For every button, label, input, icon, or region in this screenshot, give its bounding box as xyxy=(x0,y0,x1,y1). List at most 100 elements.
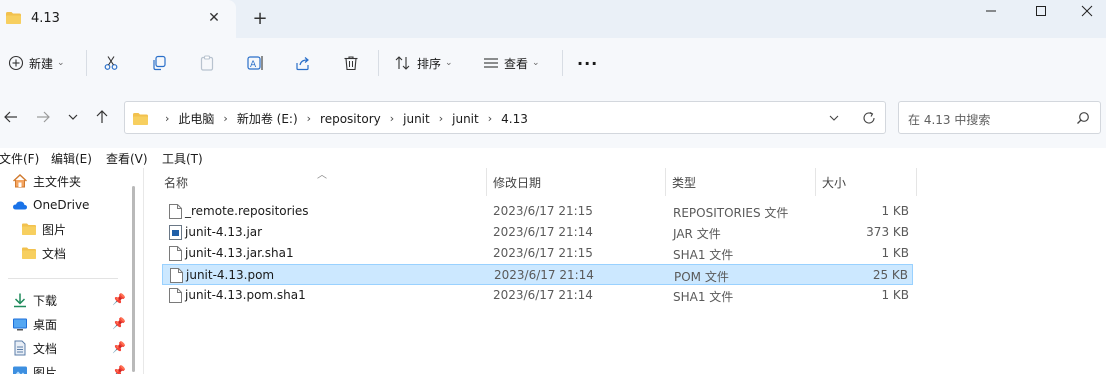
view-button-label: 查看 xyxy=(504,56,529,71)
command-bar: 新建 ⌄ A 排序 ⌄ 查看 ⌄ ··· xyxy=(0,38,1106,88)
more-options-button[interactable]: ··· xyxy=(577,50,598,76)
column-divider[interactable] xyxy=(486,168,487,196)
menu-tools[interactable]: 工具(T) xyxy=(162,150,203,167)
menu-view[interactable]: 查看(V) xyxy=(106,150,148,167)
sidebar-item-home[interactable]: 主文件夹 xyxy=(12,170,81,192)
table-row[interactable]: junit-4.13.jar.sha1 2023/6/17 21:15 SHA1 文… xyxy=(162,243,913,264)
sidebar-item-label: 下载 xyxy=(33,293,58,308)
column-divider[interactable] xyxy=(815,168,816,196)
pane-splitter[interactable] xyxy=(143,168,144,374)
refresh-icon[interactable] xyxy=(861,110,877,126)
search-icon[interactable] xyxy=(1076,111,1090,125)
minimize-button[interactable] xyxy=(968,0,1014,24)
back-arrow-icon[interactable] xyxy=(2,108,20,126)
new-button[interactable]: 新建 ⌄ xyxy=(8,50,65,76)
cut-button[interactable] xyxy=(103,50,119,76)
file-size: 1 KB xyxy=(881,204,909,218)
breadcrumb-separator-icon[interactable]: › xyxy=(439,112,443,125)
minimize-icon xyxy=(986,10,996,12)
pin-icon: 📌 xyxy=(112,293,126,306)
column-divider[interactable] xyxy=(665,168,666,196)
file-modified: 2023/6/17 21:14 xyxy=(494,268,594,282)
breadcrumb-item[interactable]: junit xyxy=(403,112,430,126)
close-window-icon xyxy=(1081,5,1093,17)
sort-ascending-icon: ︿ xyxy=(317,170,327,181)
sidebar-item-label: 图片 xyxy=(33,365,58,374)
breadcrumb-item[interactable]: junit xyxy=(452,112,479,126)
navigation-bar: › 此电脑 › 新加卷 (E:) › repository › junit › … xyxy=(0,88,1106,148)
sort-button[interactable]: 排序 ⌄ xyxy=(394,50,453,76)
copy-icon xyxy=(153,55,166,71)
breadcrumb-separator-icon[interactable]: › xyxy=(223,112,227,125)
breadcrumb-separator-icon[interactable]: › xyxy=(307,112,311,125)
clipboard-icon xyxy=(200,55,214,71)
sidebar-item-documents[interactable]: 文档 xyxy=(12,337,57,359)
pin-icon: 📌 xyxy=(112,341,126,354)
tab-4-13[interactable]: 4.13 ✕ xyxy=(0,0,236,38)
table-row[interactable]: junit-4.13.pom.sha1 2023/6/17 21:14 SHA1 文… xyxy=(162,285,913,306)
sidebar-item-onedrive[interactable]: OneDrive xyxy=(12,194,89,216)
table-row[interactable]: _remote.repositories 2023/6/17 21:15 REPOS… xyxy=(162,201,913,222)
close-tab-icon[interactable]: ✕ xyxy=(205,9,223,27)
file-icon xyxy=(169,204,182,219)
folder-icon xyxy=(6,12,21,24)
pin-icon: 📌 xyxy=(112,365,126,374)
file-size: 1 KB xyxy=(881,246,909,260)
column-divider[interactable] xyxy=(916,168,917,196)
share-icon xyxy=(296,57,309,71)
table-row[interactable]: junit-4.13.pom 2023/6/17 21:14 POM 文件 25 KB xyxy=(162,264,913,285)
sidebar-item-onedrive-documents[interactable]: 文档 xyxy=(21,242,66,264)
folder-icon xyxy=(22,223,36,235)
rename-button[interactable]: A xyxy=(247,50,265,76)
breadcrumb-item[interactable]: 新加卷 (E:) xyxy=(237,110,298,127)
search-placeholder: 在 4.13 中搜索 xyxy=(908,113,991,127)
sidebar-item-desktop[interactable]: 桌面 xyxy=(12,313,57,335)
recent-locations-chevron-icon[interactable] xyxy=(64,108,82,126)
column-header-size[interactable]: 大小 xyxy=(822,174,846,191)
address-bar[interactable]: › 此电脑 › 新加卷 (E:) › repository › junit › … xyxy=(124,101,886,134)
toolbar-divider xyxy=(562,50,563,76)
maximize-icon xyxy=(1036,6,1046,16)
sidebar-item-onedrive-pictures[interactable]: 图片 xyxy=(21,218,66,240)
forward-arrow-icon[interactable] xyxy=(34,108,52,126)
table-row[interactable]: junit-4.13.jar 2023/6/17 21:14 JAR 文件 373 K… xyxy=(162,222,913,243)
desktop-icon xyxy=(13,318,27,331)
sidebar-item-downloads[interactable]: 下载 xyxy=(12,289,57,311)
maximize-button[interactable] xyxy=(1018,0,1064,24)
sidebar-scrollbar[interactable] xyxy=(132,186,135,372)
breadcrumb-item[interactable]: repository xyxy=(320,112,381,126)
scissors-icon xyxy=(104,56,118,70)
address-dropdown-icon[interactable] xyxy=(827,111,841,125)
breadcrumb-item[interactable]: 此电脑 xyxy=(178,110,214,127)
rename-icon: A xyxy=(247,56,263,70)
column-header-modified[interactable]: 修改日期 xyxy=(493,174,541,191)
menu-edit[interactable]: 编辑(E) xyxy=(51,150,92,167)
share-button[interactable] xyxy=(295,50,311,76)
delete-button[interactable] xyxy=(343,50,359,76)
jar-icon xyxy=(169,225,182,240)
sidebar-item-pictures[interactable]: 图片 xyxy=(12,361,57,374)
file-size: 25 KB xyxy=(872,268,908,282)
file-name: _remote.repositories xyxy=(185,204,309,218)
file-type: SHA1 文件 xyxy=(673,290,734,304)
breadcrumb-separator-icon[interactable]: › xyxy=(488,112,492,125)
new-tab-button[interactable]: + xyxy=(248,9,272,29)
close-window-button[interactable] xyxy=(1064,0,1106,24)
title-bar: 4.13 ✕ + xyxy=(0,0,1106,38)
search-box[interactable]: 在 4.13 中搜索 xyxy=(898,101,1101,134)
file-type: REPOSITORIES 文件 xyxy=(673,206,789,220)
menu-file[interactable]: 文件(F) xyxy=(0,150,39,167)
column-header-name[interactable]: 名称 xyxy=(164,174,188,191)
file-modified: 2023/6/17 21:15 xyxy=(493,204,593,218)
tab-title: 4.13 xyxy=(31,11,60,26)
paste-button[interactable] xyxy=(199,50,215,76)
document-icon xyxy=(14,340,26,356)
up-arrow-icon[interactable] xyxy=(93,108,111,126)
breadcrumb-separator-icon[interactable]: › xyxy=(390,112,394,125)
breadcrumb-item[interactable]: 4.13 xyxy=(501,112,528,126)
column-header-type[interactable]: 类型 xyxy=(672,174,696,191)
copy-button[interactable] xyxy=(151,50,167,76)
chevron-down-icon: ⌄ xyxy=(445,58,453,68)
sidebar-divider xyxy=(8,278,118,279)
view-button[interactable]: 查看 ⌄ xyxy=(483,50,540,76)
